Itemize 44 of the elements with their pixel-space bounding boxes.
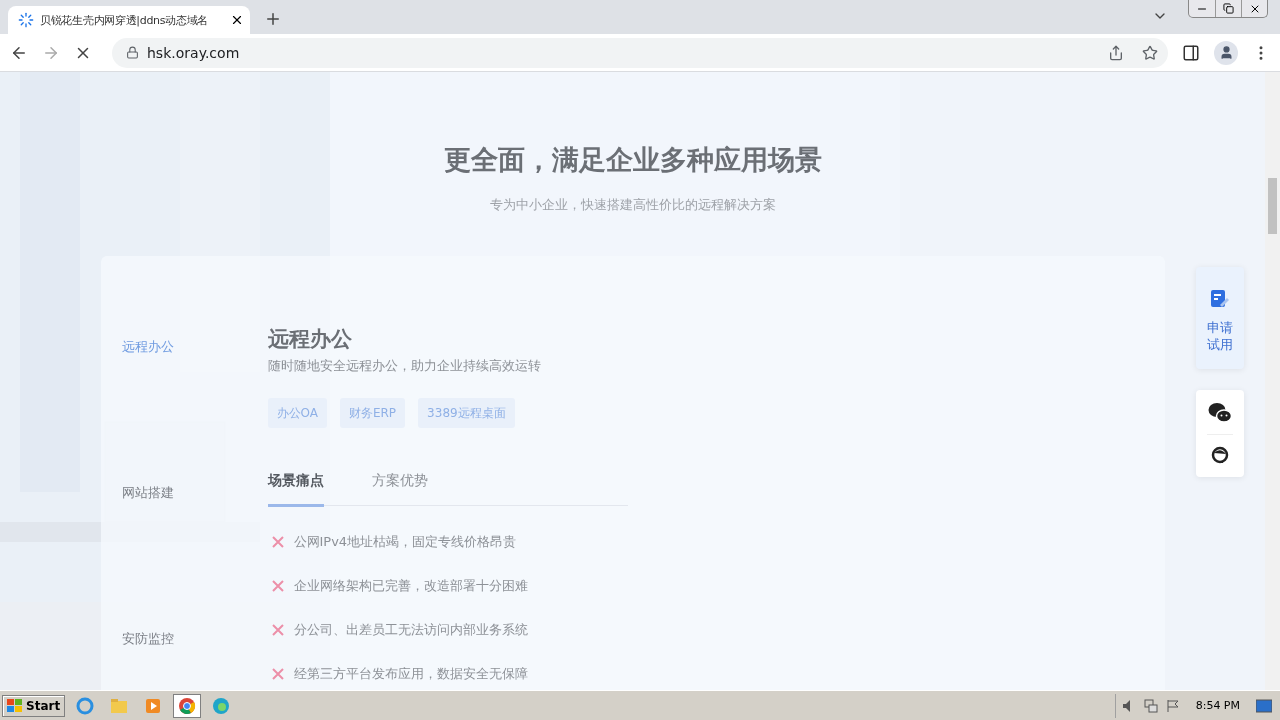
side-panel-icon[interactable] xyxy=(1182,43,1200,62)
close-tab-icon[interactable] xyxy=(230,13,244,27)
scenario-description: 随时随地安全远程办公，助力企业持续高效运转 xyxy=(267,357,542,375)
bookmark-star-icon[interactable] xyxy=(1142,44,1158,61)
free-trial-button[interactable]: 申请试用 xyxy=(1196,267,1244,369)
section-heading: 更全面，满足企业多种应用场景 xyxy=(443,144,822,176)
sidebar-item[interactable]: 远程办公 xyxy=(121,338,268,356)
restore-icon xyxy=(1223,3,1234,14)
pain-point-text: 分公司、出差员工无法访问内部业务系统 xyxy=(293,621,528,639)
clock: 8:54 PM xyxy=(1195,699,1240,712)
flag-icon[interactable] xyxy=(1165,698,1180,713)
show-desktop-icon[interactable] xyxy=(1256,698,1272,713)
profile-avatar[interactable] xyxy=(1214,40,1238,65)
section-subheading: 专为中小企业，快速搭建高性价比的远程解决方案 xyxy=(489,196,776,214)
tab-title: 贝锐花生壳内网穿透|ddns动态域名 xyxy=(40,12,209,28)
network-icon[interactable] xyxy=(1143,698,1158,713)
content-tab[interactable]: 方案优势 xyxy=(371,472,428,507)
cross-icon xyxy=(271,668,284,680)
start-button[interactable]: Start xyxy=(2,694,66,717)
pain-point-text: 经第三方平台发布应用，数据安全无保障 xyxy=(293,665,528,683)
sidebar-item[interactable]: 网站搭建 xyxy=(121,484,268,502)
address-bar[interactable]: hsk.oray.com xyxy=(112,37,1168,68)
windows-logo xyxy=(7,698,23,713)
content-tab[interactable]: 场景痛点 xyxy=(267,472,324,507)
scenario-title: 远程办公 xyxy=(267,326,353,352)
url-text: hsk.oray.com xyxy=(147,44,241,61)
wechat-icon[interactable] xyxy=(1208,402,1232,424)
pain-point-text: 企业网络架构已完善，改造部署十分困难 xyxy=(293,577,528,595)
new-tab-icon[interactable] xyxy=(264,10,282,28)
cross-icon xyxy=(271,580,284,592)
cross-icon xyxy=(271,624,284,636)
scenario-tag: 财务ERP xyxy=(339,398,406,428)
share-icon[interactable] xyxy=(1108,44,1124,61)
scenario-tag: 3389远程桌面 xyxy=(418,398,515,428)
pain-point-text: 公网IPv4地址枯竭，固定专线价格昂贵 xyxy=(293,533,517,551)
cross-icon xyxy=(271,536,284,548)
form-icon xyxy=(1210,289,1230,309)
scenario-tag: 办公OA xyxy=(267,398,327,428)
browser-tab[interactable]: 贝锐花生壳内网穿透|ddns动态域名 xyxy=(8,6,250,34)
sidebar-item[interactable]: 安防监控 xyxy=(121,630,268,648)
chrome-taskbar-icon[interactable] xyxy=(173,693,202,718)
headset-icon[interactable] xyxy=(1210,445,1230,465)
scrollbar[interactable] xyxy=(1265,72,1280,690)
lock-icon xyxy=(126,46,139,59)
